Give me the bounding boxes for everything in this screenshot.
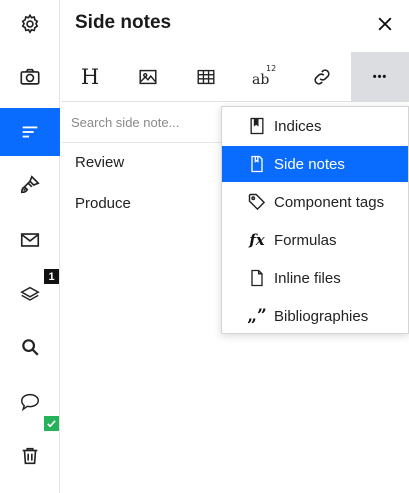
- heading-button[interactable]: H: [61, 52, 119, 102]
- quote-icon: „”: [247, 306, 267, 326]
- rail-item-mail[interactable]: [0, 216, 60, 264]
- check-badge: [44, 416, 59, 431]
- magnifier-icon: [22, 339, 39, 356]
- menu-item-indices[interactable]: Indices: [222, 108, 408, 144]
- panel-title: Side notes: [75, 12, 172, 33]
- file-icon: [246, 267, 268, 289]
- superscript-icon: ab 12: [252, 64, 277, 88]
- rail-item-paint[interactable]: [0, 161, 60, 209]
- checkmark-icon: [47, 420, 56, 428]
- close-button[interactable]: [373, 12, 397, 36]
- menu-item-bibliographies[interactable]: „” Bibliographies: [222, 298, 408, 334]
- close-icon: [378, 17, 392, 31]
- more-icon: •••: [372, 71, 388, 83]
- menu-item-side-notes[interactable]: Side notes: [222, 146, 408, 182]
- more-button[interactable]: •••: [351, 52, 409, 102]
- rail-item-side-notes[interactable]: [0, 108, 60, 156]
- superscript-button[interactable]: ab 12: [235, 52, 293, 102]
- menu-item-inline-files[interactable]: Inline files: [222, 260, 408, 296]
- layers-icon: [20, 286, 40, 301]
- list-item[interactable]: Review: [75, 154, 124, 171]
- heading-icon: H: [80, 65, 100, 89]
- menu-item-formulas[interactable]: fx Formulas: [222, 222, 408, 258]
- rail-item-trash[interactable]: [0, 432, 60, 480]
- image-icon: [139, 69, 157, 85]
- more-dropdown-menu: Indices Side notes Component tags fx For…: [221, 106, 409, 334]
- function-icon: fx: [249, 231, 265, 249]
- menu-item-label: Bibliographies: [274, 307, 369, 325]
- superscript-base: ab: [252, 72, 270, 88]
- menu-item-label: Indices: [274, 117, 322, 135]
- superscript-exponent: 12: [266, 64, 277, 73]
- rail-item-camera[interactable]: [0, 53, 60, 101]
- menu-item-label: Side notes: [274, 155, 345, 173]
- image-button[interactable]: [119, 52, 177, 102]
- lines-icon: [22, 126, 38, 138]
- speech-bubble-icon: [21, 393, 39, 412]
- gear-icon: [21, 13, 39, 34]
- link-button[interactable]: [293, 52, 351, 102]
- menu-item-component-tags[interactable]: Component tags: [222, 184, 408, 220]
- toolbar: H ab 12 •••: [61, 52, 409, 102]
- menu-item-label: Component tags: [274, 193, 385, 211]
- menu-item-label: Formulas: [274, 231, 337, 249]
- paint-brush-icon: [20, 175, 40, 194]
- menu-item-label: Inline files: [274, 269, 341, 287]
- list-item[interactable]: Produce: [75, 195, 131, 212]
- tag-icon: [246, 191, 268, 213]
- bookmark-icon: [246, 115, 268, 137]
- layers-count-badge: 1: [44, 269, 59, 284]
- search-input[interactable]: [61, 103, 241, 142]
- search-box: [61, 103, 241, 143]
- rail-item-search[interactable]: [0, 323, 60, 371]
- link-icon: [314, 69, 330, 85]
- envelope-icon: [20, 233, 40, 247]
- trash-icon: [22, 447, 38, 465]
- table-icon: [197, 69, 215, 85]
- table-button[interactable]: [177, 52, 235, 102]
- rail-item-settings[interactable]: [0, 0, 60, 48]
- side-note-icon: [246, 153, 268, 175]
- left-rail: 1: [0, 0, 60, 493]
- camera-icon: [20, 68, 40, 85]
